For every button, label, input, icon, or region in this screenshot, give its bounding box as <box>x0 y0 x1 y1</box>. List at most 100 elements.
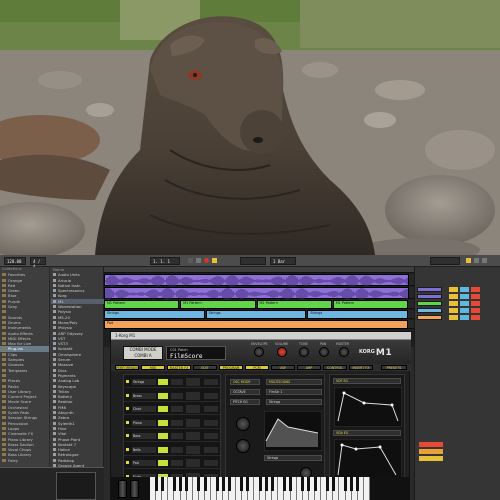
multisound-select-2[interactable]: Strings <box>266 399 322 405</box>
plugin-tab[interactable]: MASTER FX <box>167 365 191 370</box>
timbre-pan[interactable] <box>204 419 218 426</box>
black-key[interactable] <box>289 477 293 491</box>
timbre-row[interactable]: Choir <box>124 403 222 415</box>
play-button[interactable] <box>188 258 193 263</box>
session-clip-slot[interactable] <box>417 308 442 313</box>
timbre-key-range[interactable] <box>171 379 183 385</box>
solo-button[interactable] <box>449 308 458 313</box>
timbre-key-range[interactable] <box>171 419 183 426</box>
position-field[interactable]: 1. 1. 1 <box>150 257 180 265</box>
timbre-level[interactable] <box>158 392 168 399</box>
arm-button[interactable] <box>460 301 469 306</box>
envelope-knob[interactable] <box>254 347 264 357</box>
timbre-key-range[interactable] <box>171 392 183 399</box>
loop-start-field[interactable] <box>240 257 266 265</box>
black-key[interactable] <box>160 477 164 491</box>
black-key[interactable] <box>331 477 335 491</box>
timeline-ruler[interactable] <box>104 267 414 273</box>
record-button[interactable] <box>204 258 209 263</box>
arrangement-track[interactable] <box>104 274 414 287</box>
session-clip-slot[interactable] <box>417 287 442 292</box>
mod-wheel[interactable] <box>130 480 139 498</box>
osc-pitch-knob[interactable] <box>236 439 250 453</box>
black-key[interactable] <box>313 477 317 491</box>
midi-clip[interactable]: Strings <box>205 310 307 319</box>
plugin-titlebar[interactable]: 1-Korg M1 <box>111 332 411 340</box>
solo-button[interactable] <box>449 315 458 320</box>
plugin-tab[interactable]: VDF <box>271 365 295 370</box>
return-track-slot[interactable] <box>419 449 443 454</box>
pan-knob[interactable] <box>319 347 329 357</box>
midi-clip[interactable]: M1 Pattern <box>256 300 332 309</box>
timbre-row[interactable]: Strings <box>124 376 222 388</box>
arm-button[interactable] <box>460 287 469 292</box>
solo-button[interactable] <box>449 287 458 292</box>
multisound-select[interactable]: FlmStr 1 <box>266 389 322 395</box>
timbre-level[interactable] <box>158 446 168 453</box>
session-clip-slot[interactable] <box>417 301 442 306</box>
black-key[interactable] <box>227 477 231 491</box>
timbre-key-range[interactable] <box>171 406 183 412</box>
arm-button[interactable] <box>460 315 469 320</box>
osc-level-knob[interactable] <box>236 417 250 431</box>
mute-button[interactable] <box>471 287 480 292</box>
black-key[interactable] <box>172 477 176 491</box>
midi-clip[interactable]: M1 Pattern <box>332 300 408 309</box>
black-key[interactable] <box>350 477 354 491</box>
browser-category[interactable]: Foley <box>0 458 49 463</box>
black-key[interactable] <box>215 477 219 491</box>
solo-button[interactable] <box>449 294 458 299</box>
key-map-button[interactable] <box>474 258 479 263</box>
midi-map-button[interactable] <box>482 258 487 263</box>
midi-clip[interactable]: Strings <box>104 310 205 319</box>
timbre-row[interactable]: Piano <box>124 417 222 429</box>
volume-knob[interactable] <box>277 347 287 357</box>
arm-button[interactable] <box>460 308 469 313</box>
plugin-tab[interactable]: EDIT <box>193 365 217 370</box>
master-knob[interactable] <box>339 347 349 357</box>
black-key[interactable] <box>270 477 274 491</box>
plugin-tab[interactable]: PERFORMANCE <box>115 365 141 370</box>
black-key[interactable] <box>203 477 207 491</box>
midi-clip[interactable]: Pad <box>104 320 408 329</box>
black-key[interactable] <box>185 477 189 491</box>
audio-clip[interactable] <box>104 287 409 300</box>
mute-button[interactable] <box>471 301 480 306</box>
audio-clip[interactable] <box>104 274 409 287</box>
wave-select[interactable]: Strings <box>264 455 322 461</box>
tempo-field[interactable]: 120.00 <box>4 257 26 265</box>
timbre-row[interactable]: Brass <box>124 390 222 402</box>
timbre-pan[interactable] <box>204 433 218 439</box>
mute-button[interactable] <box>471 294 480 299</box>
midi-clip[interactable]: M1 Pattern <box>180 300 256 309</box>
stop-button[interactable] <box>196 258 201 263</box>
black-key[interactable] <box>179 477 183 491</box>
timbre-pan[interactable] <box>204 446 218 453</box>
timbre-key-range[interactable] <box>171 446 183 453</box>
timbre-level[interactable] <box>158 419 168 426</box>
black-key[interactable] <box>240 477 244 491</box>
timbre-row[interactable]: Bass <box>124 430 222 442</box>
pitch-wheel[interactable] <box>118 480 127 498</box>
timbre-program-select[interactable] <box>186 418 200 427</box>
session-clip-slot[interactable] <box>417 294 442 299</box>
tone-knob[interactable] <box>299 347 309 357</box>
midi-clip[interactable]: Strings <box>307 310 408 319</box>
black-key[interactable] <box>246 477 250 491</box>
timbre-level[interactable] <box>158 433 168 439</box>
timbre-program-select[interactable] <box>186 459 200 467</box>
mute-button[interactable] <box>471 315 480 320</box>
timbre-pan[interactable] <box>204 460 218 466</box>
session-clip-slot[interactable] <box>417 315 442 320</box>
time-signature-field[interactable]: 4 / 4 <box>30 257 46 269</box>
black-key[interactable] <box>282 477 286 491</box>
presets-menu[interactable]: PRESETS <box>381 365 407 370</box>
timbre-key-range[interactable] <box>171 460 183 466</box>
timbre-row[interactable]: Pad <box>124 457 222 469</box>
arrangement-track[interactable] <box>104 287 414 300</box>
timbre-pan[interactable] <box>204 379 218 385</box>
timbre-program-select[interactable] <box>186 445 200 454</box>
black-key[interactable] <box>221 477 225 491</box>
black-key[interactable] <box>325 477 329 491</box>
plugin-tab[interactable]: ARP <box>297 365 321 370</box>
